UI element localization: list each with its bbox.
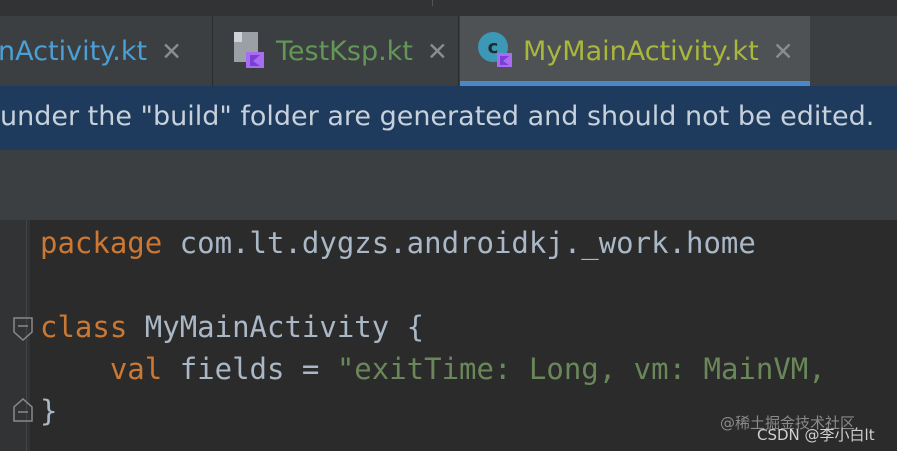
close-icon[interactable]: ✕ — [773, 37, 794, 66]
fold-close-icon[interactable] — [12, 397, 34, 427]
watermark-csdn: CSDN @李小白lt — [757, 426, 875, 444]
class-declaration: MyMainActivity { — [127, 310, 425, 344]
tab-testksp[interactable]: TestKsp.kt ✕ — [214, 16, 459, 86]
breadcrumb-bar — [0, 150, 897, 220]
code-line-3: class MyMainActivity { — [40, 306, 424, 348]
code-line-1: package com.lt.dygzs.androidkj._work.hom… — [40, 222, 756, 264]
package-name: com.lt.dygzs.androidkj._work.home — [162, 226, 756, 260]
keyword: class — [40, 310, 128, 344]
closing-brace: } — [40, 394, 58, 428]
tab-mainactivity[interactable]: ainActivity.kt ✕ — [0, 16, 213, 86]
banner-text: under the "build" folder are generated a… — [0, 101, 875, 132]
string-literal: "exitTime: Long, vm: MainVM, — [336, 352, 826, 386]
fold-open-icon[interactable] — [12, 316, 34, 346]
assignment: fields = — [162, 352, 337, 386]
editor-tab-bar: ainActivity.kt ✕ TestKsp.kt ✕ c MyMainAc… — [0, 16, 897, 86]
svg-text:c: c — [488, 37, 499, 58]
code-line-5: } — [40, 390, 57, 432]
tab-label: TestKsp.kt — [276, 35, 413, 67]
keyword: package — [40, 226, 163, 260]
close-icon[interactable]: ✕ — [161, 37, 182, 66]
window-top-strip — [0, 0, 897, 16]
tab-mymainactivity[interactable]: c MyMainActivity.kt ✕ — [460, 16, 810, 86]
tab-label: MyMainActivity.kt — [523, 35, 759, 67]
tab-label: ainActivity.kt — [0, 35, 148, 67]
generated-file-warning-banner: under the "build" folder are generated a… — [0, 86, 897, 150]
divider — [432, 0, 433, 6]
code-line-4: val fields = "exitTime: Long, vm: MainVM… — [40, 348, 826, 390]
kotlin-class-icon: c — [477, 31, 513, 71]
keyword: val — [109, 352, 163, 386]
close-icon[interactable]: ✕ — [427, 37, 448, 66]
kotlin-script-file-icon — [232, 30, 266, 72]
